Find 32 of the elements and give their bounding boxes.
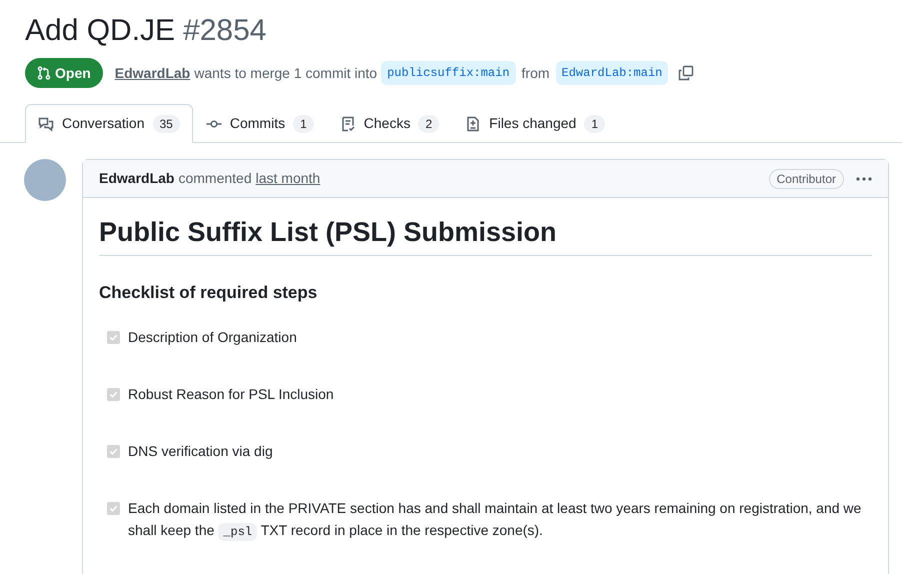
timestamp-link[interactable]: last month [256, 168, 320, 189]
comment-heading: Public Suffix List (PSL) Submission [99, 214, 872, 256]
pull-request-icon [37, 66, 51, 80]
tab[interactable]: Files changed 1 [452, 104, 618, 143]
tab[interactable]: Checks 2 [326, 104, 452, 143]
task-text: Description of Organization [128, 328, 297, 347]
more-options-icon[interactable] [856, 176, 872, 180]
tab[interactable]: Commits 1 [192, 104, 327, 143]
file-diff-icon [465, 116, 482, 132]
from-text: from [522, 64, 550, 82]
author-link[interactable]: EdwardLab [114, 62, 190, 84]
task-text: Each domain listed in the PRIVATE section has and shall maintain at least two years remaining on registration, and we shall keep the _psl TXT record in place in the respective zone(s). [128, 498, 862, 542]
merge-description: wants to merge 1 commit into [194, 64, 378, 83]
comment-author-link[interactable]: EdwardLab [99, 168, 174, 189]
comment-subheading: Checklist of required steps [99, 282, 318, 304]
copy-icon[interactable] [678, 65, 694, 81]
status-badge: Open [25, 58, 103, 88]
head-branch-tag[interactable]: EdwardLab:main [556, 61, 668, 85]
checklist-icon [340, 116, 356, 132]
comment-action: commented [178, 169, 252, 188]
tab[interactable]: Conversation 35 [25, 104, 193, 143]
tab-counter: 1 [293, 114, 314, 132]
task-text: Robust Reason for PSL Inclusion [128, 384, 334, 404]
pull-request-number: #2854 [183, 13, 266, 49]
base-branch-tag[interactable]: publicsuffix:main [381, 61, 516, 85]
tab-counter: 2 [418, 114, 440, 132]
contributor-badge: Contributor [768, 168, 844, 188]
pull-request-title: Add QD.JE [25, 13, 176, 49]
tab-counter: 35 [152, 114, 180, 132]
tab-counter: 1 [584, 114, 606, 132]
task-text: DNS verification via dig [128, 442, 273, 461]
speech-bubbles-icon [38, 116, 54, 132]
